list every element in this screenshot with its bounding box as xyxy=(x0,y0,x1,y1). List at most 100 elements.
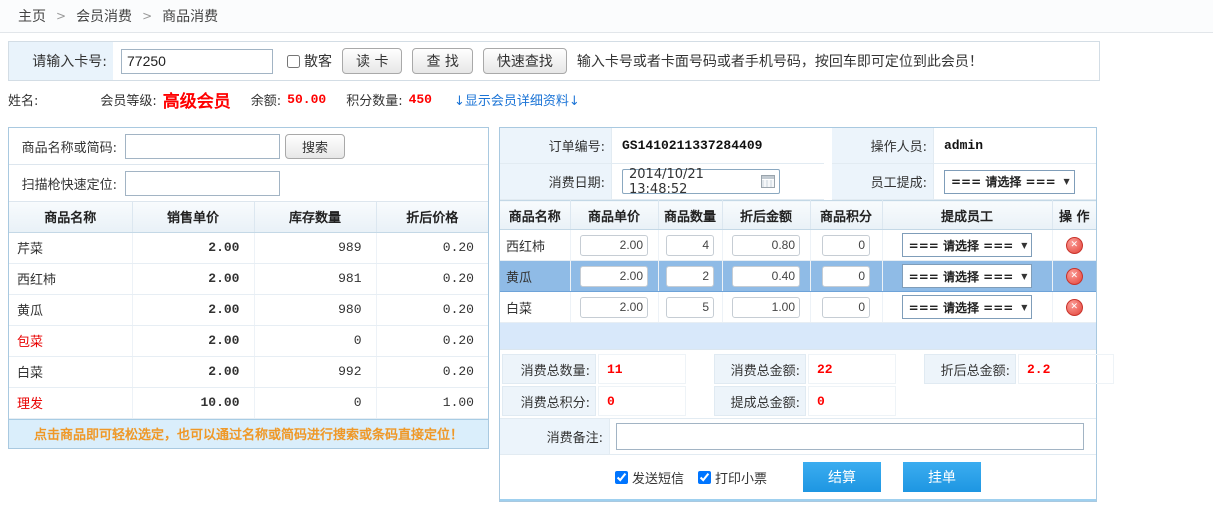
product-stock: 992 xyxy=(254,356,376,387)
col-product-name: 商品名称 xyxy=(9,202,132,232)
item-points-input[interactable] xyxy=(822,235,870,256)
remark-input[interactable] xyxy=(616,423,1084,450)
breadcrumb-member-consume[interactable]: 会员消费 xyxy=(76,6,132,26)
delete-item-icon[interactable]: ✕ xyxy=(1066,237,1083,254)
item-amount-input[interactable] xyxy=(732,297,800,318)
item-price-input[interactable] xyxy=(580,297,648,318)
order-no-label: 订单编号: xyxy=(500,128,612,164)
settle-button[interactable]: 结算 xyxy=(803,462,881,492)
item-qty-input[interactable] xyxy=(666,266,714,287)
find-button[interactable]: 查 找 xyxy=(412,48,472,74)
points-value: 450 xyxy=(409,92,432,107)
item-price-input[interactable] xyxy=(580,266,648,287)
show-member-detail-link[interactable]: ↓显示会员详细资料↓ xyxy=(454,90,580,109)
product-price: 2.00 xyxy=(132,356,254,387)
summary-grid: 消费总数量: 11 消费总金额: 22 折后总金额: 2.2 消费总积分: 0 … xyxy=(500,349,1096,418)
spacer xyxy=(924,386,1016,416)
product-row[interactable]: 西红柿 2.00 981 0.20 xyxy=(9,263,488,294)
delete-item-icon[interactable]: ✕ xyxy=(1066,299,1083,316)
spacer xyxy=(1018,386,1114,416)
product-row[interactable]: 白菜 2.00 992 0.20 xyxy=(9,356,488,387)
item-qty-input[interactable] xyxy=(666,235,714,256)
order-item-row-selected: 黄瓜 === 请选择 === ▼ ✕ xyxy=(500,261,1096,292)
product-discount-price: 0.20 xyxy=(376,294,488,325)
commission-staff-select[interactable]: === 请选择 === ▼ xyxy=(944,170,1075,194)
product-search-button[interactable]: 搜索 xyxy=(285,134,345,159)
order-items-header: 商品名称 商品单价 商品数量 折后金额 商品积分 提成员工 操 作 xyxy=(500,201,1096,230)
card-lookup-bar: 请输入卡号: 散客 读 卡 查 找 快速查找 输入卡号或者卡面号码或者手机号码，… xyxy=(8,41,1100,81)
action-row: 发送短信 打印小票 结算 挂单 xyxy=(500,455,1096,501)
total-points-label: 消费总积分: xyxy=(502,386,596,416)
product-table: 商品名称 销售单价 库存数量 折后价格 芹菜 2.00 989 0.20 西红柿… xyxy=(9,202,488,419)
item-points-input[interactable] xyxy=(822,266,870,287)
member-info-bar: 姓名: 会员等级: 高级会员 余额: 50.00 积分数量: 450 ↓显示会员… xyxy=(0,81,1213,117)
item-staff-select-value: === 请选择 === xyxy=(909,237,1014,254)
product-row[interactable]: 包菜 2.00 0 0.20 xyxy=(9,325,488,356)
total-points-value: 0 xyxy=(598,386,686,416)
quick-find-button[interactable]: 快速查找 xyxy=(483,48,567,74)
walkin-checkbox[interactable] xyxy=(287,55,300,68)
balance-label: 余额: xyxy=(251,90,281,109)
product-tip: 点击商品即可轻松选定，也可以通过名称或简码进行搜索或条码直接定位！ xyxy=(9,419,488,448)
product-search-row: 商品名称或简码: 搜索 xyxy=(9,128,488,165)
balance-value: 50.00 xyxy=(287,92,326,107)
product-name: 理发 xyxy=(9,387,132,418)
item-name: 白菜 xyxy=(500,292,570,323)
commission-staff-label: 员工提成: xyxy=(832,164,934,200)
chevron-down-icon: ▼ xyxy=(1021,303,1027,312)
item-price-input[interactable] xyxy=(580,235,648,256)
item-staff-select[interactable]: === 请选择 === ▼ xyxy=(902,264,1033,288)
order-items-table: 商品名称 商品单价 商品数量 折后金额 商品积分 提成员工 操 作 西红柿 xyxy=(500,200,1096,323)
order-info-grid: 订单编号: GS1410211337284409 操作人员: admin 消费日… xyxy=(500,128,1096,200)
card-number-input[interactable] xyxy=(121,49,273,74)
member-level-label: 会员等级: xyxy=(100,90,156,109)
product-row[interactable]: 黄瓜 2.00 980 0.20 xyxy=(9,294,488,325)
col-sale-price: 销售单价 xyxy=(132,202,254,232)
member-name-label: 姓名: xyxy=(8,90,38,109)
hold-order-button[interactable]: 挂单 xyxy=(903,462,981,492)
product-price: 2.00 xyxy=(132,263,254,294)
breadcrumb-home[interactable]: 主页 xyxy=(18,6,46,26)
walkin-label: 散客 xyxy=(304,51,332,71)
product-price: 10.00 xyxy=(132,387,254,418)
scan-locate-input[interactable] xyxy=(125,171,280,196)
send-sms-checkbox[interactable] xyxy=(615,471,628,484)
product-stock: 989 xyxy=(254,232,376,263)
read-card-button[interactable]: 读 卡 xyxy=(342,48,402,74)
calendar-icon[interactable] xyxy=(761,175,775,188)
print-ticket-label: 打印小票 xyxy=(715,468,767,487)
operator-value: admin xyxy=(934,128,1096,164)
item-qty-input[interactable] xyxy=(666,297,714,318)
item-name: 黄瓜 xyxy=(500,261,570,292)
breadcrumb-separator: > xyxy=(56,9,66,23)
product-stock: 981 xyxy=(254,263,376,294)
item-points-input[interactable] xyxy=(822,297,870,318)
spacer xyxy=(824,128,832,164)
consume-date-value: 2014/10/21 13:48:52 xyxy=(629,167,757,197)
delete-item-icon[interactable]: ✕ xyxy=(1066,268,1083,285)
item-staff-select[interactable]: === 请选择 === ▼ xyxy=(902,233,1033,257)
item-amount-input[interactable] xyxy=(732,235,800,256)
product-discount-price: 0.20 xyxy=(376,325,488,356)
empty-rows-band xyxy=(500,323,1096,349)
discount-total-label: 折后总金额: xyxy=(924,354,1016,384)
order-no-value: GS1410211337284409 xyxy=(612,128,824,164)
product-search-input[interactable] xyxy=(125,134,280,159)
consume-date-input[interactable]: 2014/10/21 13:48:52 xyxy=(622,169,780,194)
card-lookup-hint: 输入卡号或者卡面号码或者手机号码，按回车即可定位到此会员！ xyxy=(577,51,983,71)
discount-total-value: 2.2 xyxy=(1018,354,1114,384)
product-price: 2.00 xyxy=(132,232,254,263)
item-amount-input[interactable] xyxy=(732,266,800,287)
send-sms-label: 发送短信 xyxy=(632,468,684,487)
product-price: 2.00 xyxy=(132,325,254,356)
item-staff-select[interactable]: === 请选择 === ▼ xyxy=(902,295,1033,319)
product-discount-price: 0.20 xyxy=(376,232,488,263)
product-stock: 0 xyxy=(254,387,376,418)
product-row[interactable]: 芹菜 2.00 989 0.20 xyxy=(9,232,488,263)
member-level-value: 高级会员 xyxy=(163,87,231,112)
col-item-points: 商品积分 xyxy=(810,201,882,230)
order-item-row: 白菜 === 请选择 === ▼ ✕ xyxy=(500,292,1096,323)
print-ticket-checkbox[interactable] xyxy=(698,471,711,484)
col-item-staff: 提成员工 xyxy=(882,201,1052,230)
product-row[interactable]: 理发 10.00 0 1.00 xyxy=(9,387,488,418)
